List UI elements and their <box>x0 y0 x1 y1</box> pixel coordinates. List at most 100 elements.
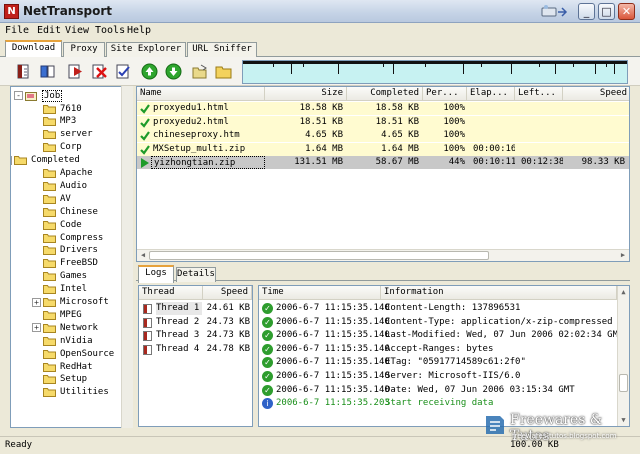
menu-view[interactable]: View <box>65 25 89 36</box>
app-icon[interactable]: N <box>4 4 19 19</box>
tab-logs[interactable]: Logs <box>138 265 174 283</box>
tree-item[interactable]: Games <box>43 270 87 283</box>
tree-item[interactable]: AV <box>43 192 71 205</box>
job-row[interactable]: MXSetup_multi.zip 1.64 MB 1.64 MB 100% 00:00… <box>137 142 629 156</box>
log-row[interactable]: ✓ 2006-6-7 11:15:35.140 Date: Wed, 07 Jun … <box>259 384 619 397</box>
graph-spike <box>303 61 304 67</box>
menu-tools[interactable]: Tools <box>95 25 125 36</box>
log-row[interactable]: ✓ 2006-6-7 11:15:35.140 Content-Length: 13… <box>259 302 619 315</box>
job-row[interactable]: proxyedu1.html 18.58 KB 18.58 KB 100% <box>137 102 629 115</box>
tree-expander[interactable]: - <box>14 91 23 100</box>
open-icon[interactable] <box>189 61 210 82</box>
tree-item[interactable]: Corp <box>43 141 82 154</box>
column-header-completed[interactable]: Completed <box>347 87 423 101</box>
tree-item[interactable]: RedHat <box>43 360 93 373</box>
tree-item[interactable]: + Network <box>32 321 98 334</box>
tree-item[interactable]: MPEG <box>43 308 82 321</box>
column-header-time[interactable]: Time <box>259 286 381 300</box>
tree-item[interactable]: Chinese <box>43 205 98 218</box>
job-completed-cell: 4.65 KB <box>381 130 419 140</box>
vertical-scroll-thumb[interactable] <box>619 374 628 392</box>
column-header-percent[interactable]: Per... <box>423 87 467 101</box>
thread-icon <box>143 304 152 314</box>
menu-edit[interactable]: Edit <box>37 25 61 36</box>
log-row[interactable]: ✓ 2006-6-7 11:15:35.140 Server: Microsoft-… <box>259 370 619 383</box>
stop-icon[interactable] <box>89 61 110 82</box>
check-icon[interactable] <box>113 61 134 82</box>
maximize-button[interactable]: □ <box>598 3 615 20</box>
close-button[interactable]: ✕ <box>618 3 635 20</box>
tab-download[interactable]: Download <box>5 40 62 58</box>
tab-proxy[interactable]: Proxy <box>63 42 105 57</box>
tree-item[interactable]: Utilities <box>43 386 109 399</box>
tab-url-sniffer[interactable]: URL Sniffer <box>187 42 257 57</box>
thread-row[interactable]: Thread 4 24.78 KB <box>139 343 252 356</box>
job-elapsed-cell <box>471 102 515 115</box>
minimize-button[interactable]: _ <box>578 3 595 20</box>
thread-row[interactable]: Thread 2 24.73 KB <box>139 316 252 329</box>
tree-item[interactable]: Setup <box>43 373 87 386</box>
scroll-left-icon[interactable]: ◀ <box>138 251 148 260</box>
tree-item[interactable]: FreeBSD <box>43 257 98 270</box>
log-row[interactable]: ✓ 2006-6-7 11:15:35.140 ETag: "05917714589… <box>259 356 619 369</box>
tree-expander[interactable]: + <box>32 297 41 307</box>
tree-item[interactable]: OpenSource <box>43 347 114 360</box>
column-header-speed[interactable]: Speed <box>563 87 629 101</box>
tree-item[interactable]: Compress <box>43 231 103 244</box>
column-header-size[interactable]: Size <box>265 87 347 101</box>
tree-item[interactable]: MP3 <box>43 115 76 128</box>
job-folder-icon <box>25 91 39 101</box>
column-header-information[interactable]: Information <box>381 286 617 300</box>
tree-item[interactable]: Apache <box>43 167 93 180</box>
menu-help[interactable]: Help <box>127 25 151 36</box>
log-row[interactable]: ✓ 2006-6-7 11:15:35.140 Accept-Ranges: byt… <box>259 343 619 356</box>
scroll-up-icon[interactable]: ▲ <box>619 287 628 297</box>
thread-row[interactable]: Thread 3 24.73 KB <box>139 329 252 342</box>
tree-item-job[interactable]: - Job <box>14 89 63 102</box>
batch-icon[interactable] <box>37 61 58 82</box>
tab-site-explorer[interactable]: Site Explorer <box>106 42 186 57</box>
tree-item[interactable]: nVidia <box>43 334 93 347</box>
tree-item[interactable]: Drivers <box>43 244 98 257</box>
new-job-icon[interactable] <box>13 61 34 82</box>
menu-file[interactable]: File <box>5 25 29 36</box>
job-row[interactable]: proxyedu2.html 18.51 KB 18.51 KB 100% <box>137 115 629 129</box>
tab-details[interactable]: Details <box>176 267 216 282</box>
move-up-icon[interactable] <box>139 61 160 82</box>
horizontal-scroll-thumb[interactable] <box>149 251 489 260</box>
folder-icon <box>43 194 57 204</box>
job-size-cell: 1.64 MB <box>305 143 343 154</box>
move-down-icon[interactable] <box>163 61 184 82</box>
complete-check-icon <box>140 131 150 141</box>
tree-scrollbar[interactable] <box>121 86 133 428</box>
folder-icon[interactable] <box>213 61 234 82</box>
log-row[interactable]: ✓ 2006-6-7 11:15:35.140 Last-Modified: Wed… <box>259 329 619 342</box>
tree-item[interactable]: Audio <box>43 179 87 192</box>
log-row[interactable]: ✓ 2006-6-7 11:15:35.140 Content-Type: appl… <box>259 316 619 329</box>
tree-item[interactable]: Intel <box>43 283 87 296</box>
job-list-horizontal-scrollbar[interactable]: ◀ ▶ <box>137 249 629 261</box>
column-header-thread-speed[interactable]: Speed <box>203 286 252 300</box>
job-row[interactable]: yizhongtian.zip 131.51 MB 58.67 MB 44% 00:10… <box>137 156 629 169</box>
start-icon[interactable] <box>65 61 86 82</box>
column-header-name[interactable]: Name <box>137 87 265 101</box>
job-row[interactable]: chineseproxy.htm 4.65 KB 4.65 KB 100% <box>137 129 629 142</box>
thread-row[interactable]: Thread 1 24.61 KB <box>139 302 252 315</box>
log-vertical-scrollbar[interactable]: ▲ ▼ <box>617 286 629 426</box>
job-completed-cell: 18.58 KB <box>375 103 419 113</box>
column-header-left[interactable]: Left... <box>515 87 563 101</box>
tree-expander[interactable]: + <box>32 323 41 333</box>
column-header-elapsed[interactable]: Elap... <box>467 87 515 101</box>
scroll-right-icon[interactable]: ▶ <box>618 251 628 260</box>
column-header-thread[interactable]: Thread <box>139 286 203 300</box>
log-info-cell: Content-Type: application/x-zip-compress… <box>385 316 613 327</box>
drop-target-icon[interactable] <box>540 4 568 19</box>
tree-item[interactable]: - Completed <box>11 154 80 167</box>
title-bar[interactable]: N NetTransport _ □ ✕ <box>0 0 640 23</box>
tree-item[interactable]: Code <box>43 218 82 231</box>
tree-item[interactable]: + Microsoft <box>32 296 109 309</box>
log-info-cell: Accept-Ranges: bytes <box>385 343 494 354</box>
tree-item[interactable]: server <box>43 128 93 141</box>
tree-expander[interactable]: - <box>11 155 12 165</box>
tree-item[interactable]: 7610 <box>43 102 82 115</box>
